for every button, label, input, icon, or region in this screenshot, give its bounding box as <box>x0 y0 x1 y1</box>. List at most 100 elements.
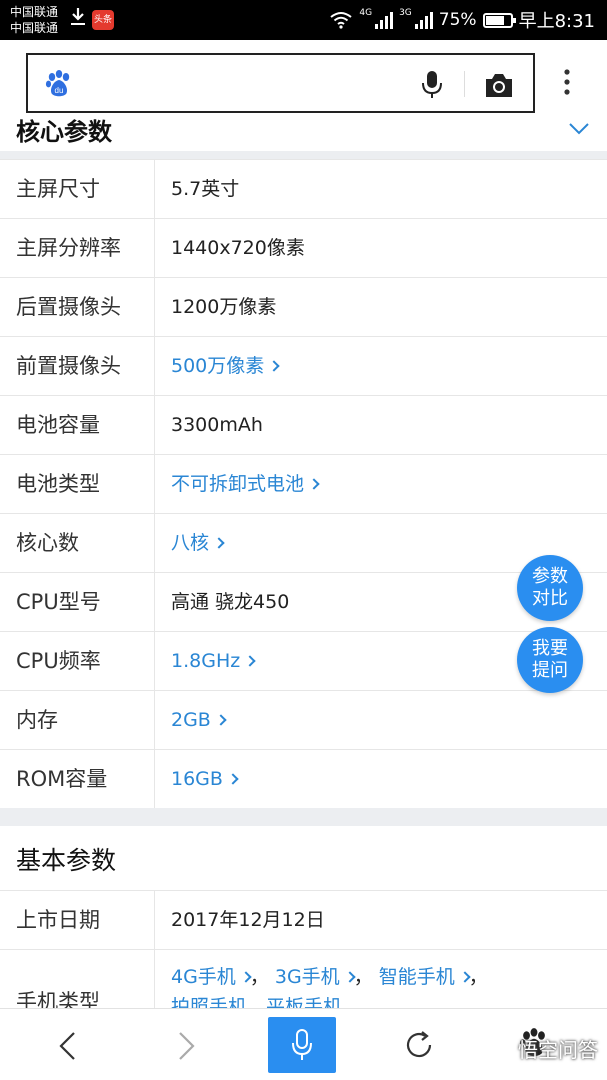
row-value: 高通 骁龙450 <box>171 573 289 632</box>
microphone-icon <box>292 1029 312 1060</box>
table-row[interactable]: 前置摄像头 500万像素 <box>0 336 607 395</box>
watermark: 悟空问答 <box>518 1038 598 1062</box>
section-gap <box>0 151 607 159</box>
row-value-text: 500万像素 <box>171 355 265 377</box>
row-label: 主屏分辨率 <box>16 236 121 260</box>
column-divider <box>154 337 155 395</box>
link-3g-phone[interactable]: 3G手机 <box>275 966 356 988</box>
column-divider <box>154 514 155 572</box>
baidu-paw-icon: du <box>45 70 70 97</box>
table-row: 主屏尺寸 5.7英寸 <box>0 159 607 218</box>
row-value-link[interactable]: 八核 <box>171 514 225 573</box>
carrier-1: 中国联通 <box>10 5 59 19</box>
column-divider <box>154 573 155 631</box>
phone-type-second-line[interactable]: 拍照手机，平板手机 <box>171 992 488 1008</box>
row-value: 3300mAh <box>171 396 263 455</box>
table-row[interactable]: ROM容量 16GB <box>0 749 607 808</box>
baidu-logo-text: du <box>55 86 64 95</box>
table-row[interactable]: CPU频率 1.8GHz <box>0 631 607 690</box>
row-value-text: 1.8GHz <box>171 650 241 672</box>
separator: ， <box>353 966 373 988</box>
ask-label-2: 提问 <box>532 660 568 681</box>
row-value-link[interactable]: 16GB <box>171 750 239 809</box>
compare-label-2: 对比 <box>532 588 568 609</box>
ask-label-1: 我要 <box>532 638 568 659</box>
network-type-1: 4G <box>359 8 373 18</box>
row-label: 电池类型 <box>16 472 100 496</box>
row-value-text: 不可拆卸式电池 <box>171 473 305 495</box>
table-row: 手机类型 4G手机， 3G手机， 智能手机， 拍照手机，平板手机 <box>0 949 607 1008</box>
column-divider <box>154 278 155 336</box>
table-row[interactable]: 核心数 八核 <box>0 513 607 572</box>
column-divider <box>154 891 155 949</box>
row-value-link[interactable]: 2GB <box>171 691 227 750</box>
bottom-nav <box>0 1008 607 1080</box>
status-bar: 中国联通 中国联通 头条 4G 3G 75% 早上8:31 <box>0 0 607 40</box>
table-row: 后置摄像头 1200万像素 <box>0 277 607 336</box>
link-text: 4G手机 <box>171 966 236 988</box>
row-label: 前置摄像头 <box>16 354 121 378</box>
row-label: 电池容量 <box>16 413 100 437</box>
link-smart-phone[interactable]: 智能手机 <box>378 966 471 988</box>
column-divider <box>154 750 155 808</box>
column-divider <box>154 396 155 454</box>
search-divider <box>464 71 465 97</box>
separator: ， <box>468 966 488 988</box>
ask-question-button[interactable]: 我要 提问 <box>517 627 583 693</box>
row-label: CPU频率 <box>16 649 101 673</box>
row-value-text: 1200万像素 <box>171 296 277 318</box>
carrier-2: 中国联通 <box>10 21 59 35</box>
row-label: 后置摄像头 <box>16 295 121 319</box>
table-row[interactable]: 内存 2GB <box>0 690 607 749</box>
chevron-right-icon <box>227 773 239 785</box>
network-type-2: 3G <box>399 8 412 18</box>
link-text: 智能手机 <box>378 966 455 988</box>
table-row: 电池容量 3300mAh <box>0 395 607 454</box>
row-label: ROM容量 <box>16 767 108 791</box>
chevron-down-icon[interactable] <box>568 122 590 136</box>
row-value-text: 5.7英寸 <box>171 178 240 200</box>
phone-type-links: 4G手机， 3G手机， 智能手机， 拍照手机，平板手机 <box>171 962 488 1008</box>
row-value-link[interactable]: 500万像素 <box>171 337 280 396</box>
separator: ， <box>249 966 269 988</box>
compare-params-button[interactable]: 参数 对比 <box>517 555 583 621</box>
table-row: 上市日期 2017年12月12日 <box>0 890 607 949</box>
chevron-right-icon <box>213 537 225 549</box>
row-value-text: 16GB <box>171 768 223 790</box>
column-divider <box>154 632 155 690</box>
chevron-right-icon <box>308 478 320 490</box>
row-value-text: 八核 <box>171 532 210 554</box>
back-icon[interactable] <box>56 1031 80 1061</box>
search-header: du <box>0 40 607 118</box>
search-input[interactable]: du <box>26 53 535 113</box>
column-divider <box>154 691 155 749</box>
chevron-right-icon <box>244 655 256 667</box>
battery-icon <box>482 12 516 28</box>
forward-icon[interactable] <box>174 1031 198 1061</box>
link-4g-phone[interactable]: 4G手机 <box>171 966 252 988</box>
table-row[interactable]: 电池类型 不可拆卸式电池 <box>0 454 607 513</box>
wifi-icon <box>330 12 352 29</box>
table-row: CPU型号 高通 骁龙450 <box>0 572 607 631</box>
camera-icon[interactable] <box>483 71 515 99</box>
row-value-text: 高通 骁龙450 <box>171 591 290 613</box>
battery-fill <box>485 15 504 25</box>
voice-search-button[interactable] <box>268 1017 336 1073</box>
download-icon <box>71 8 85 25</box>
microphone-icon[interactable] <box>418 69 446 99</box>
section-title-basic: 基本参数 <box>16 846 117 875</box>
row-label: 手机类型 <box>16 990 100 1008</box>
column-divider <box>154 160 155 218</box>
chevron-right-icon <box>268 360 280 372</box>
core-params-card: 核心参数 主屏尺寸 5.7英寸 主屏分辨率 1440x720像素 后置摄像头 1200万像… <box>0 118 607 808</box>
row-value-link[interactable]: 不可拆卸式电池 <box>171 455 320 514</box>
row-label: 核心数 <box>16 531 79 555</box>
more-vertical-icon[interactable] <box>560 68 574 98</box>
row-value-text: 2GB <box>171 709 211 731</box>
column-divider <box>154 219 155 277</box>
row-label: 内存 <box>16 708 58 732</box>
chevron-right-icon <box>215 714 227 726</box>
row-value-link[interactable]: 1.8GHz <box>171 632 256 691</box>
row-value: 1440x720像素 <box>171 219 305 278</box>
refresh-icon[interactable] <box>403 1029 435 1061</box>
